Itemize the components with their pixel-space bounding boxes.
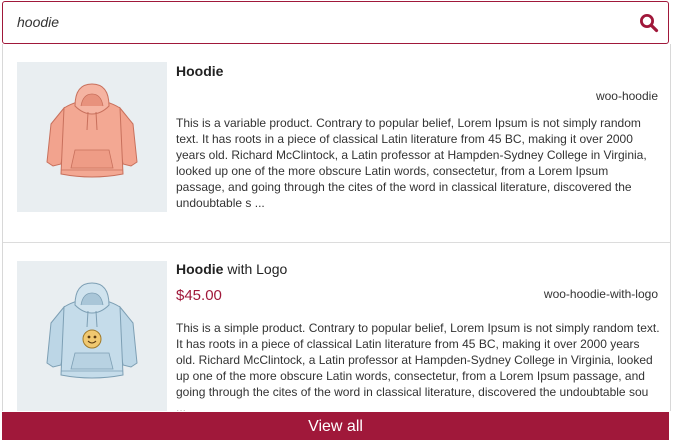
view-all-button[interactable]: View all (2, 412, 669, 440)
title-match: Hoodie (176, 63, 224, 79)
blue-hoodie-with-logo-image (46, 282, 138, 379)
product-sku: woo-hoodie-with-logo (543, 287, 658, 301)
product-thumbnail[interactable] (17, 261, 167, 411)
product-thumbnail[interactable] (17, 62, 167, 212)
product-title[interactable]: Hoodie (176, 63, 223, 79)
product-price: $45.00 (176, 287, 222, 304)
search-input[interactable] (13, 8, 621, 36)
product-description: This is a simple product. Contrary to po… (176, 321, 660, 411)
title-match: Hoodie (176, 261, 224, 277)
search-result-item[interactable]: Hoodie woo-hoodie This is a variable pro… (3, 44, 670, 243)
search-icon[interactable] (639, 13, 659, 33)
product-sku: woo-hoodie (595, 89, 658, 103)
title-rest: with Logo (223, 261, 288, 277)
product-description: This is a variable product. Contrary to … (176, 116, 647, 210)
search-bar (2, 1, 669, 44)
search-result-item[interactable]: Hoodie with Logo $45.00 woo-hoodie-with-… (3, 243, 670, 411)
product-title[interactable]: Hoodie with Logo (176, 261, 287, 277)
pink-hoodie-image (46, 83, 138, 178)
search-results-dropdown: Hoodie woo-hoodie This is a variable pro… (2, 44, 671, 411)
